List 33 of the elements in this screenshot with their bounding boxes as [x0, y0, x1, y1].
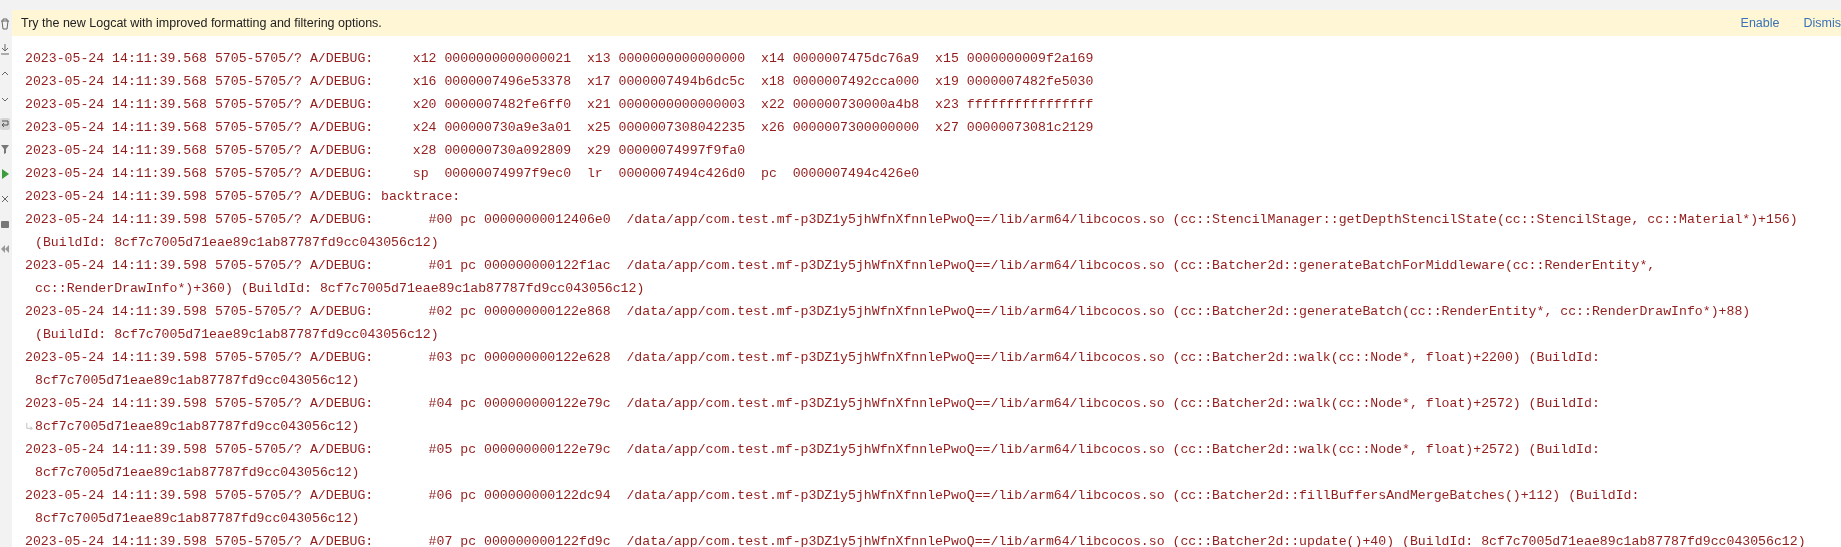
log-line-continuation: (BuildId: 8cf7c7005d71eae89c1ab87787fd9cc043056c12) [34, 326, 439, 344]
log-line: 2023-05-24 14:11:39.598 5705-5705/? A/DEBUG: #02 pc 000000000122e868 /data/app/com.test.mf-p3DZ1y5jhWfnXfnnlePwoQ==/lib/arm64/libcocos.so (cc::Batcher2d::generateBatch(cc::RenderEntity*, cc::RenderDrawInfo*)+88) [25, 303, 1751, 321]
log-line-continuation: (BuildId: 8cf7c7005d71eae89c1ab87787fd9cc043056c12) [34, 234, 439, 252]
log-line: 2023-05-24 14:11:39.568 5705-5705/? A/DEBUG: x24 000000730a9e3a01 x25 0000007308042235 x26 0000007300000000 x27 00000073081c2129 [25, 119, 1094, 137]
play-icon[interactable] [0, 168, 10, 180]
log-line: 2023-05-24 14:11:39.598 5705-5705/? A/DEBUG: backtrace: [25, 188, 461, 206]
wrap-icon[interactable] [0, 118, 10, 130]
log-line: 2023-05-24 14:11:39.598 5705-5705/? A/DEBUG: #04 pc 000000000122e79c /data/app/com.test.mf-p3DZ1y5jhWfnXfnnlePwoQ==/lib/arm64/libcocos.so (cc::Batcher2d::walk(cc::Node*, float)+2572) (BuildId: [25, 395, 1600, 413]
log-line-continuation: 8cf7c7005d71eae89c1ab87787fd9cc043056c12) [34, 372, 360, 390]
close-icon[interactable] [0, 193, 10, 205]
log-line: 2023-05-24 14:11:39.598 5705-5705/? A/DEBUG: #06 pc 000000000122dc94 /data/app/com.test.mf-p3DZ1y5jhWfnXfnnlePwoQ==/lib/arm64/libcocos.so (cc::Batcher2d::fillBuffersAndMergeBatches()+112) (BuildId: [25, 487, 1640, 505]
log-line: 2023-05-24 14:11:39.598 5705-5705/? A/DEBUG: #00 pc 00000000012406e0 /data/app/com.test.mf-p3DZ1y5jhWfnXfnnlePwoQ==/lib/arm64/libcocos.so (cc::StencilManager::getDepthStencilState(cc::StencilStage, cc::Material*)+156) [25, 211, 1798, 229]
log-line: 2023-05-24 14:11:39.598 5705-5705/? A/DEBUG: #03 pc 000000000122e628 /data/app/com.test.mf-p3DZ1y5jhWfnXfnnlePwoQ==/lib/arm64/libcocos.so (cc::Batcher2d::walk(cc::Node*, float)+2200) (BuildId: [25, 349, 1600, 367]
log-line: 2023-05-24 14:11:39.568 5705-5705/? A/DEBUG: sp 00000074997f9ec0 lr 0000007494c426d0 pc 0000007494c426e0 [25, 165, 920, 183]
camera-icon[interactable] [0, 218, 10, 230]
download-icon[interactable] [0, 43, 10, 55]
log-line: 2023-05-24 14:11:39.568 5705-5705/? A/DEBUG: x20 0000007482fe6ff0 x21 0000000000000003 x22 000000730000a4b8 x23 ffffffffffffffff [25, 96, 1094, 114]
filter-icon[interactable] [0, 143, 10, 155]
log-line: 2023-05-24 14:11:39.598 5705-5705/? A/DEBUG: #07 pc 000000000122fd9c /data/app/com.test.mf-p3DZ1y5jhWfnXfnnlePwoQ==/lib/arm64/libcocos.so (cc::Batcher2d::update()+40) (BuildId: 8cf7c7005d71eae89c1ab87787fd9cc043056c12) [25, 533, 1806, 547]
rewind-icon[interactable] [0, 243, 10, 255]
log-line-continuation: 8cf7c7005d71eae89c1ab87787fd9cc043056c12) [34, 510, 360, 528]
log-line-continuation: cc::RenderDrawInfo*)+360) (BuildId: 8cf7c7005d71eae89c1ab87787fd9cc043056c12) [34, 280, 645, 298]
enable-link[interactable]: Enable [1740, 13, 1780, 33]
log-line-continuation: 8cf7c7005d71eae89c1ab87787fd9cc043056c12) [34, 418, 360, 436]
trash-icon[interactable] [0, 18, 10, 30]
dismiss-link[interactable]: Dismis [1803, 13, 1841, 33]
banner-message: Try the new Logcat with improved formatting and filtering options. [21, 14, 383, 32]
log-line: 2023-05-24 14:11:39.568 5705-5705/? A/DEBUG: x16 0000007496e53378 x17 0000007494b6dc5c x18 0000007492cca000 x19 0000007482fe5030 [25, 73, 1094, 91]
log-line: 2023-05-24 14:11:39.598 5705-5705/? A/DEBUG: #01 pc 000000000122f1ac /data/app/com.test.mf-p3DZ1y5jhWfnXfnnlePwoQ==/lib/arm64/libcocos.so (cc::Batcher2d::generateBatchForMiddleware(cc::RenderEntity*, [25, 257, 1656, 275]
log-line: 2023-05-24 14:11:39.598 5705-5705/? A/DEBUG: #05 pc 000000000122e79c /data/app/com.test.mf-p3DZ1y5jhWfnXfnnlePwoQ==/lib/arm64/libcocos.so (cc::Batcher2d::walk(cc::Node*, float)+2572) (BuildId: [25, 441, 1600, 459]
log-line-continuation: 8cf7c7005d71eae89c1ab87787fd9cc043056c12) [34, 464, 360, 482]
log-line: 2023-05-24 14:11:39.568 5705-5705/? A/DEBUG: x28 000000730a092809 x29 00000074997f9fa0 [25, 142, 746, 160]
log-line: 2023-05-24 14:11:39.568 5705-5705/? A/DEBUG: x12 0000000000000021 x13 0000000000000000 x14 0000007475dc76a9 x15 0000000009f2a169 [25, 50, 1094, 68]
